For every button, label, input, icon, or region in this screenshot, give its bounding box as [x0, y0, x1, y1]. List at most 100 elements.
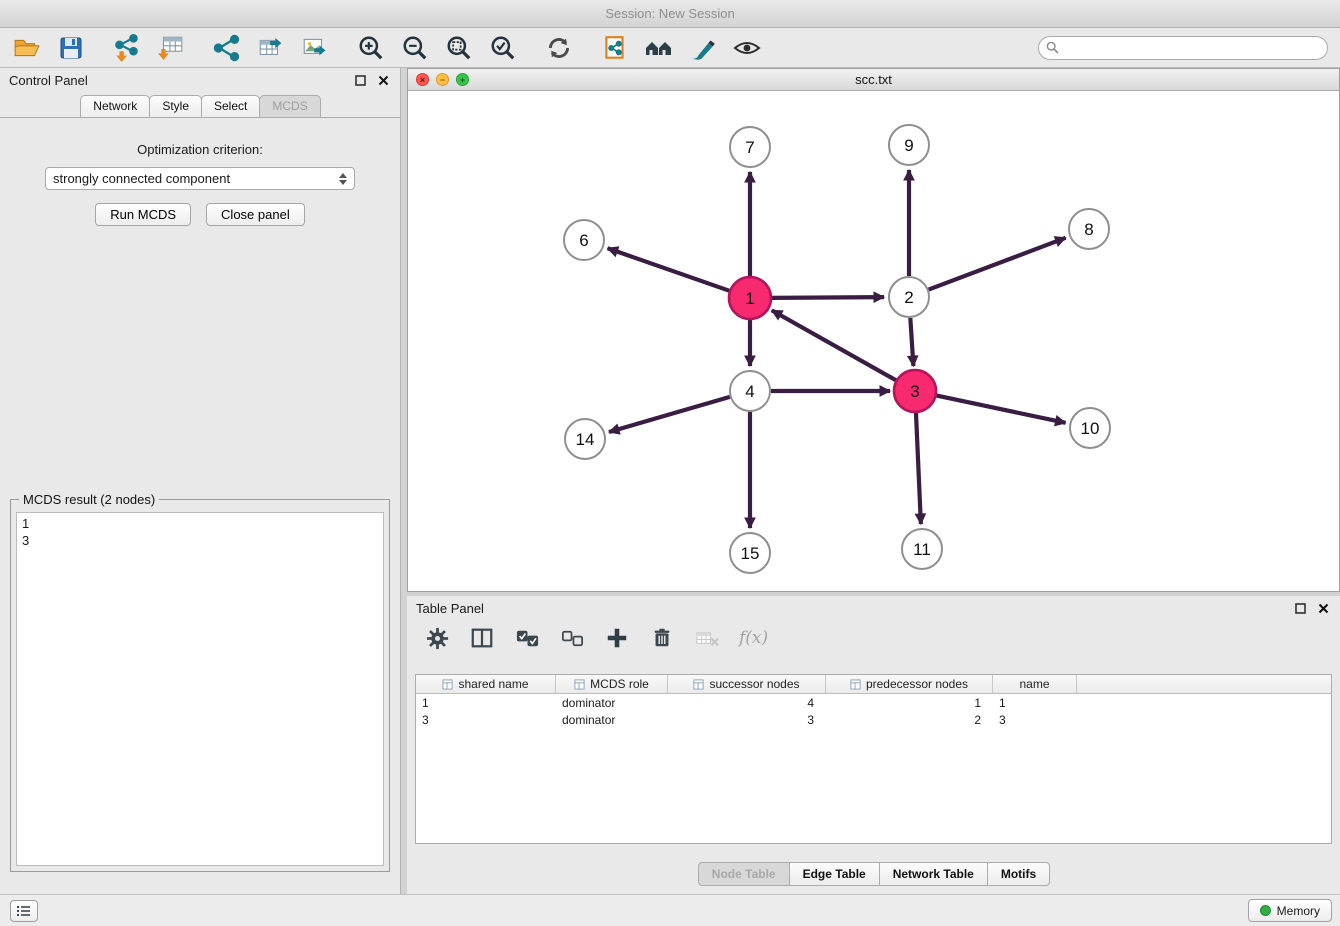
- cell-successor-nodes[interactable]: 4: [668, 694, 826, 711]
- refresh-view-icon[interactable]: [544, 33, 574, 63]
- show-column-icon[interactable]: [469, 625, 495, 651]
- table-panel-title: Table Panel: [416, 601, 484, 616]
- zoom-in-icon[interactable]: [356, 33, 386, 63]
- graph-edge-4-14[interactable]: [609, 397, 730, 432]
- minimize-window-icon[interactable]: −: [436, 73, 449, 86]
- tab-mcds[interactable]: MCDS: [259, 95, 320, 117]
- new-network-icon[interactable]: [212, 33, 242, 63]
- list-icon: [17, 905, 31, 917]
- import-network-icon[interactable]: [112, 33, 142, 63]
- zoom-fit-icon[interactable]: [444, 33, 474, 63]
- graph-node-3[interactable]: 3: [894, 370, 936, 412]
- float-panel-icon[interactable]: [352, 72, 368, 88]
- memory-label: Memory: [1277, 904, 1320, 918]
- table-panel: Table Panel: [407, 596, 1340, 894]
- deselect-all-rows-icon[interactable]: [559, 625, 585, 651]
- float-table-panel-icon[interactable]: [1292, 600, 1308, 616]
- select-all-rows-icon[interactable]: [514, 625, 540, 651]
- main-toolbar: [0, 28, 1340, 68]
- save-session-icon[interactable]: [56, 33, 86, 63]
- tab-node-table[interactable]: Node Table: [698, 862, 790, 886]
- graph-node-15[interactable]: 15: [730, 533, 770, 573]
- cell-successor-nodes[interactable]: 3: [668, 711, 826, 728]
- graph-node-6[interactable]: 6: [564, 220, 604, 260]
- cell-predecessor-nodes[interactable]: 1: [826, 694, 993, 711]
- tab-motifs[interactable]: Motifs: [987, 862, 1050, 886]
- show-hide-details-eye-icon[interactable]: [732, 33, 762, 63]
- graph-edge-1-6[interactable]: [608, 248, 731, 291]
- graph-node-7[interactable]: 7: [730, 127, 770, 167]
- column-type-icon: [442, 679, 453, 690]
- graph-edge-3-11[interactable]: [916, 412, 921, 524]
- svg-text:11: 11: [913, 540, 931, 559]
- graph-node-9[interactable]: 9: [889, 125, 929, 165]
- tab-network-table[interactable]: Network Table: [879, 862, 988, 886]
- close-panel-icon[interactable]: [375, 72, 391, 88]
- import-table-icon[interactable]: [156, 33, 186, 63]
- column-header-name[interactable]: name: [993, 675, 1077, 694]
- graph-edge-3-10[interactable]: [936, 395, 1066, 422]
- open-annotations-icon[interactable]: [600, 33, 630, 63]
- create-column-plus-icon[interactable]: [604, 625, 630, 651]
- status-bar: Memory: [0, 894, 1340, 926]
- memory-button[interactable]: Memory: [1248, 899, 1332, 922]
- cell-shared-name[interactable]: 3: [416, 711, 556, 728]
- open-session-icon[interactable]: [12, 33, 42, 63]
- cell-shared-name[interactable]: 1: [416, 694, 556, 711]
- svg-text:6: 6: [579, 231, 588, 250]
- control-panel-header: Control Panel: [0, 68, 400, 92]
- zoom-out-icon[interactable]: [400, 33, 430, 63]
- tab-select[interactable]: Select: [201, 95, 260, 117]
- optimization-criterion-select[interactable]: strongly connected component: [45, 167, 355, 190]
- graph-edge-2-3[interactable]: [910, 318, 913, 366]
- task-history-button[interactable]: [10, 900, 38, 922]
- close-panel-button[interactable]: Close panel: [206, 203, 305, 226]
- table-row[interactable]: 3 dominator 3 2 3: [416, 711, 1331, 728]
- graph-edge-1-2[interactable]: [771, 297, 884, 298]
- mcds-result-list[interactable]: 1 3: [16, 512, 384, 866]
- column-header-shared-name[interactable]: shared name: [416, 675, 556, 694]
- svg-text:8: 8: [1084, 220, 1093, 239]
- cell-name[interactable]: 1: [993, 694, 1077, 711]
- mcds-result-box: MCDS result (2 nodes) 1 3: [10, 492, 390, 872]
- close-window-icon[interactable]: ×: [416, 73, 429, 86]
- network-overview-icon[interactable]: [644, 33, 674, 63]
- cell-predecessor-nodes[interactable]: 2: [826, 711, 993, 728]
- column-header-successor-nodes[interactable]: successor nodes: [668, 675, 826, 694]
- network-window-titlebar[interactable]: × − + scc.txt: [408, 69, 1339, 91]
- zoom-selected-icon[interactable]: [488, 33, 518, 63]
- export-image-icon[interactable]: [300, 33, 330, 63]
- column-header-mcds-role[interactable]: MCDS role: [556, 675, 668, 694]
- graph-node-10[interactable]: 10: [1070, 408, 1110, 448]
- graph-node-4[interactable]: 4: [730, 371, 770, 411]
- apply-style-icon[interactable]: [688, 33, 718, 63]
- graph-node-14[interactable]: 14: [565, 419, 605, 459]
- graph-node-11[interactable]: 11: [902, 529, 942, 569]
- table-row[interactable]: 1 dominator 4 1 1: [416, 694, 1331, 711]
- maximize-window-icon[interactable]: +: [456, 73, 469, 86]
- search-input[interactable]: [1038, 36, 1328, 60]
- tab-style[interactable]: Style: [149, 95, 202, 117]
- selected-criterion: strongly connected component: [53, 171, 230, 186]
- close-table-panel-icon[interactable]: [1315, 600, 1331, 616]
- cell-mcds-role[interactable]: dominator: [556, 694, 668, 711]
- graph-node-8[interactable]: 8: [1069, 209, 1109, 249]
- tab-edge-table[interactable]: Edge Table: [789, 862, 880, 886]
- graph-node-2[interactable]: 2: [889, 277, 929, 317]
- graph-node-1[interactable]: 1: [729, 277, 771, 319]
- cell-mcds-role[interactable]: dominator: [556, 711, 668, 728]
- graph-edge-3-1[interactable]: [772, 310, 897, 380]
- delete-column-trash-icon[interactable]: [649, 625, 675, 651]
- export-table-icon[interactable]: [256, 33, 286, 63]
- window-titlebar: Session: New Session: [0, 0, 1340, 28]
- svg-text:1: 1: [745, 289, 754, 308]
- network-view-window: × − + scc.txt 7 9 6 8 1 2 4 3 14 10 15 11: [407, 68, 1340, 592]
- run-mcds-button[interactable]: Run MCDS: [95, 203, 191, 226]
- optimization-criterion-label: Optimization criterion:: [0, 142, 400, 157]
- network-canvas[interactable]: 7 9 6 8 1 2 4 3 14 10 15 11: [408, 91, 1339, 591]
- graph-edge-2-8[interactable]: [929, 238, 1066, 290]
- cell-name[interactable]: 3: [993, 711, 1077, 728]
- table-settings-gear-icon[interactable]: [424, 625, 450, 651]
- tab-network[interactable]: Network: [80, 95, 150, 117]
- column-header-predecessor-nodes[interactable]: predecessor nodes: [826, 675, 993, 694]
